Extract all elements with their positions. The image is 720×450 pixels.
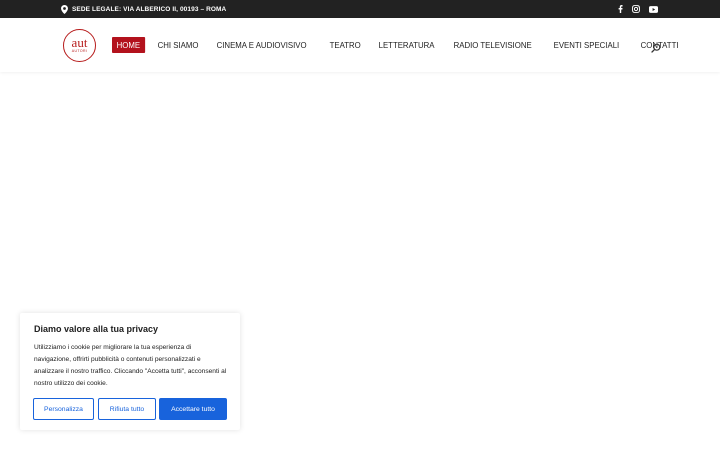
logo-subtext: AUTORI	[71, 49, 88, 53]
nav-home[interactable]: HOME	[112, 37, 145, 53]
logo-text: aut	[71, 35, 88, 50]
nav-cinema-audiovisivo[interactable]: CINEMA E AUDIOVISIVO	[212, 37, 311, 53]
address: SEDE LEGALE: VIA ALBERICO II, 00193 – RO…	[61, 0, 226, 18]
nav-teatro[interactable]: TEATRO	[325, 37, 365, 53]
nav-eventi-speciali[interactable]: EVENTI SPECIALI	[549, 37, 624, 53]
nav-radio-televisione[interactable]: RADIO TELEVISIONE	[449, 37, 536, 53]
nav-letteratura[interactable]: LETTERATURA	[374, 37, 439, 53]
reject-all-button[interactable]: Rifiuta tutto	[98, 398, 156, 420]
customize-button[interactable]: Personalizza	[33, 398, 94, 420]
cookie-banner-title: Diamo valore alla tua privacy	[34, 324, 159, 334]
location-pin-icon	[61, 4, 68, 14]
main-nav: HOME CHI SIAMO CINEMA E AUDIOVISIVO TEAT…	[112, 37, 692, 53]
cookie-consent-banner: Diamo valore alla tua privacy Utilizziam…	[20, 313, 240, 430]
site-header: aut AUTORI HOME CHI SIAMO CINEMA E AUDIO…	[0, 18, 720, 72]
youtube-icon[interactable]	[649, 5, 658, 13]
social-links	[618, 0, 658, 18]
address-text: SEDE LEGALE: VIA ALBERICO II, 00193 – RO…	[72, 5, 227, 13]
search-icon[interactable]	[651, 40, 661, 53]
accept-all-button[interactable]: Accettare tutto	[159, 398, 227, 420]
cookie-banner-text: Utilizziamo i cookie per migliorare la t…	[34, 344, 227, 387]
site-logo[interactable]: aut AUTORI	[63, 29, 96, 62]
top-bar: SEDE LEGALE: VIA ALBERICO II, 00193 – RO…	[0, 0, 720, 18]
nav-chi-siamo[interactable]: CHI SIAMO	[153, 37, 203, 53]
instagram-icon[interactable]	[632, 5, 640, 13]
facebook-icon[interactable]	[618, 5, 623, 13]
